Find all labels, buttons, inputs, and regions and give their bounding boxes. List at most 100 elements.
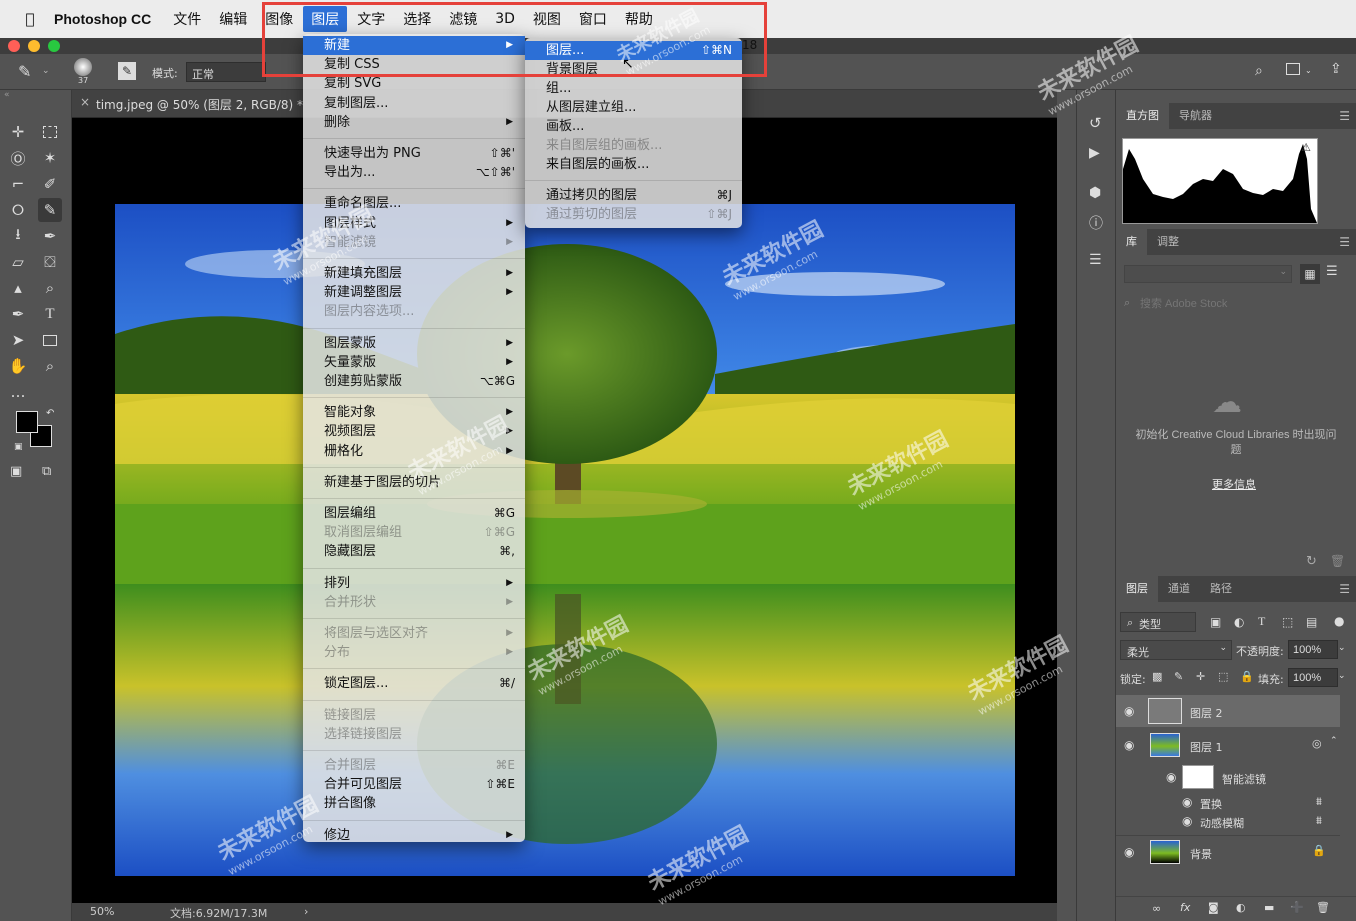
smart-filters-row[interactable]: ◉ 智能滤镜 [1116,762,1340,792]
menu-type[interactable]: 文字 [349,6,393,32]
tab-paths[interactable]: 路径 [1200,574,1242,602]
brush-tool-icon[interactable]: ✎ [38,198,62,222]
layer-menu-item[interactable]: 新建填充图层 ▶ [303,264,525,283]
chevron-down-icon[interactable]: ⌄ [1338,643,1346,653]
chevron-down-icon[interactable]: ⌄ [1338,671,1346,681]
zoom-level[interactable]: 50% [90,905,114,918]
layer-row-layer-2[interactable]: ◉ 图层 2 [1116,695,1340,727]
close-tab-icon[interactable]: × [80,95,90,109]
filter-toggle-icon[interactable]: ● [1334,614,1344,628]
new-submenu-item[interactable]: 组... [525,79,742,98]
stock-search-input[interactable] [1136,294,1336,313]
lock-artboard-icon[interactable]: ⬚ [1218,670,1228,683]
filter-adjustment-icon[interactable]: ◐ [1234,615,1244,629]
layer-menu-item[interactable]: 复制 SVG [303,74,525,93]
layer-menu-item[interactable]: 图层编组 ⌘G [303,504,525,523]
layer-row-background[interactable]: ◉ 背景 🔒 [1116,835,1340,867]
share-icon[interactable]: ⇪ [1330,61,1342,77]
layer-menu-item[interactable]: 栅格化 ▶ [303,442,525,461]
layer-menu-item[interactable]: 锁定图层... ⌘/ [303,674,525,693]
filter-row-motion-blur[interactable]: ◉ 动感模糊 ⩩ [1116,812,1340,831]
layer-menu-item[interactable]: 图层蒙版 ▶ [303,334,525,353]
quick-mask-icon[interactable]: ▣ [10,464,22,479]
layer-filter-select[interactable]: ⌕ 类型 [1120,612,1196,632]
link-layers-icon[interactable]: ∞ [1152,902,1161,915]
collapse-effects-icon[interactable]: ⌃ [1330,736,1338,746]
list-view-icon[interactable]: ☰ [1326,264,1338,279]
lock-transparent-icon[interactable]: ▩ [1152,670,1162,683]
status-menu-chevron-icon[interactable]: › [304,905,308,918]
history-panel-icon[interactable]: ↺ [1089,114,1102,132]
blur-tool-icon[interactable]: ▴ [6,276,30,300]
tab-adjustments[interactable]: 调整 [1147,227,1189,255]
layer-menu-item[interactable]: 新建 ▶ [303,36,525,55]
move-tool-icon[interactable]: ✛ [6,120,30,144]
fill-input[interactable] [1288,668,1338,687]
visibility-eye-icon[interactable]: ◉ [1182,814,1192,828]
apple-icon[interactable]:  [18,10,42,28]
tab-histogram[interactable]: 直方图 [1116,101,1169,129]
tab-libraries[interactable]: 库 [1116,227,1147,255]
new-layer-icon[interactable]: ➕ [1290,901,1304,914]
new-submenu-item[interactable]: 从图层建立组... [525,98,742,117]
info-panel-icon[interactable]: ⓘ [1089,213,1103,233]
new-submenu-item[interactable]: 画板... [525,117,742,136]
layer-menu-item[interactable]: 合并可见图层 ⇧⌘E [303,775,525,794]
healing-brush-tool-icon[interactable]: ⭘ [6,198,30,222]
lasso-tool-icon[interactable]: Ⓞ [6,146,30,170]
swap-colors-icon[interactable]: ↶ [46,408,54,419]
menu-3d[interactable]: 3D [487,8,523,30]
screen-mode-icon[interactable]: ⧉ [42,464,51,479]
default-colors-icon[interactable]: ▣ [14,442,23,452]
lock-pixels-icon[interactable]: ✎ [1174,670,1183,683]
paint-bucket-tool-icon[interactable]: ⛋ [38,250,62,274]
brush-preview-icon[interactable] [74,58,92,76]
new-submenu-item[interactable]: 来自图层的画板... [525,155,742,174]
rectangle-tool-icon[interactable] [38,328,62,352]
dodge-tool-icon[interactable]: ⌕ [38,276,62,300]
menu-file[interactable]: 文件 [165,6,209,32]
canvas[interactable] [72,118,1057,903]
layer-menu-item[interactable]: 隐藏图层 ⌘, [303,542,525,561]
delete-layer-icon[interactable]: 🗑 [1316,901,1330,914]
minimize-window-button[interactable] [28,40,40,52]
mode-select[interactable]: 正常 [186,62,266,82]
pen-tool-icon[interactable]: ✒ [6,302,30,326]
eraser-tool-icon[interactable]: ▱ [6,250,30,274]
menu-filter[interactable]: 滤镜 [441,6,485,32]
trash-icon[interactable]: 🗑 [1330,554,1345,568]
panel-menu-icon[interactable]: ☰ [1339,235,1350,249]
blending-options-icon[interactable]: ⩩ [1316,814,1322,828]
more-tools-icon[interactable]: … [6,380,30,404]
more-info-link[interactable]: 更多信息 [1212,476,1256,492]
layer-menu-item[interactable]: 排列 ▶ [303,574,525,593]
workspace-icon[interactable] [1286,63,1300,75]
layer-menu-item[interactable]: 视频图层 ▶ [303,422,525,441]
actions-play-icon[interactable]: ▶ [1089,145,1100,161]
opacity-input[interactable] [1288,640,1338,659]
new-group-icon[interactable]: ▬ [1264,901,1274,914]
filter-mask-thumbnail[interactable] [1182,765,1214,789]
tab-channels[interactable]: 通道 [1158,574,1200,602]
foreground-color-swatch[interactable] [16,411,38,433]
layer-menu-item[interactable]: 新建调整图层 ▶ [303,283,525,302]
layer-menu-item[interactable]: 删除 ▶ [303,113,525,132]
layer-menu-item[interactable]: 新建基于图层的切片 [303,473,525,492]
visibility-eye-icon[interactable]: ◉ [1124,738,1134,752]
warning-icon[interactable]: ⚠ [1301,141,1311,154]
visibility-eye-icon[interactable]: ◉ [1182,795,1192,809]
new-submenu-item[interactable]: 通过拷贝的图层 ⌘J [525,186,742,205]
layer-menu-item[interactable]: 矢量蒙版 ▶ [303,353,525,372]
layer-menu-item[interactable]: 复制 CSS [303,55,525,74]
crop-tool-icon[interactable]: ⌐ [6,172,30,196]
filter-type-icon[interactable]: T [1258,614,1265,629]
blend-mode-select[interactable]: 柔光 ⌄ [1120,640,1232,660]
filter-smart-object-icon[interactable]: ▤ [1306,615,1317,629]
layer-menu-item[interactable]: 重命名图层... [303,194,525,213]
properties-panel-icon[interactable]: ☰ [1089,252,1102,268]
layer-style-fx-icon[interactable]: fx [1180,901,1190,914]
path-selection-tool-icon[interactable]: ➤ [6,328,30,352]
layer-menu-item[interactable]: 复制图层... [303,94,525,113]
eyedropper-tool-icon[interactable]: ✐ [38,172,62,196]
visibility-eye-icon[interactable]: ◉ [1166,770,1176,784]
